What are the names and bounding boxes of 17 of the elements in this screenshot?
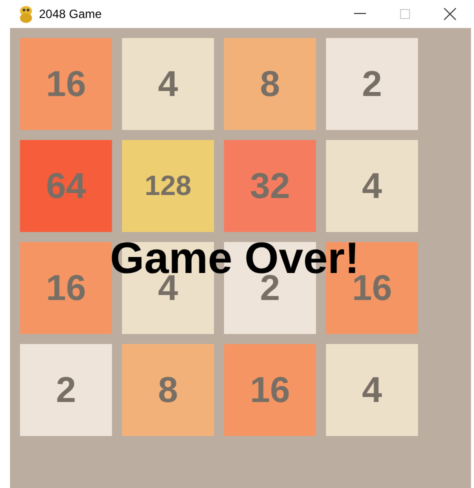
- tile-value: 8: [260, 63, 280, 105]
- tile-value: 16: [46, 63, 86, 105]
- tile-value: 4: [362, 165, 382, 207]
- tile-value: 4: [362, 369, 382, 411]
- window-title: 2048 Game: [39, 7, 102, 21]
- app-icon: [18, 5, 34, 23]
- tile-value: 128: [144, 170, 192, 202]
- tile-value: 16: [250, 369, 290, 411]
- tile-value: 2: [56, 369, 76, 411]
- minimize-icon[interactable]: [354, 13, 366, 15]
- tile-value: 8: [158, 369, 178, 411]
- close-icon[interactable]: [444, 8, 456, 20]
- tile-value: 4: [158, 63, 178, 105]
- tile-value: 64: [46, 165, 86, 207]
- tile-value: 16: [46, 267, 86, 309]
- tile-value: 2: [362, 63, 382, 105]
- tile-value: 32: [250, 165, 290, 207]
